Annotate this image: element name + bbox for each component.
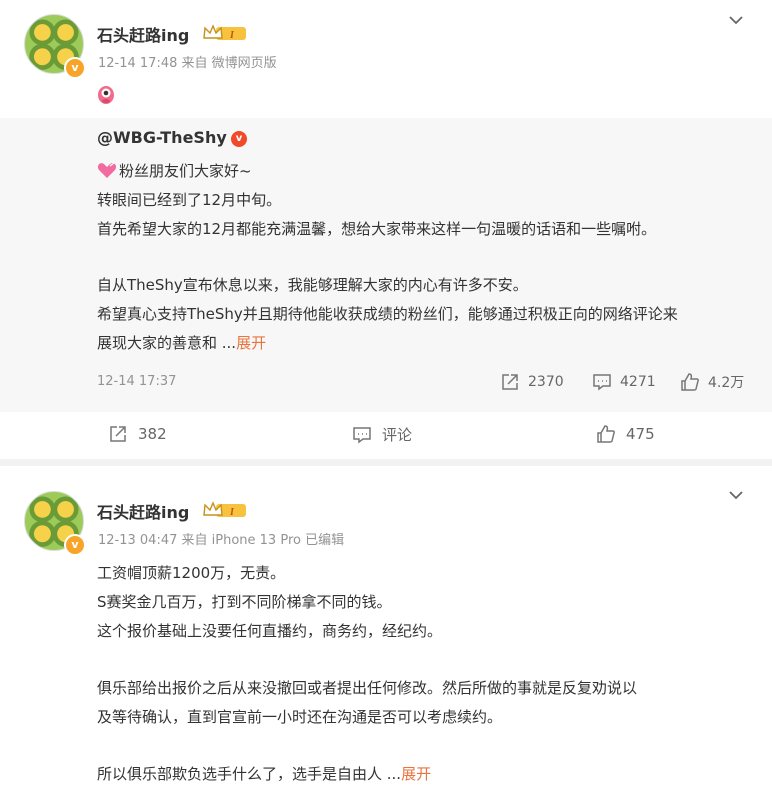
- vip-crown-icon[interactable]: I: [202, 24, 246, 42]
- repost-line: 首先希望大家的12月都能充满温馨，想给大家带来这样一句温暖的话语和一些嘱咐。: [97, 220, 657, 238]
- repost-count[interactable]: 2370: [500, 372, 564, 392]
- post-line: S赛奖金几百万，打到不同阶梯拿不同的钱。: [97, 593, 392, 611]
- post-line: 这个报价基础上没要任何直播约，商务约，经纪约。: [97, 622, 443, 640]
- username[interactable]: 石头赶路ing: [97, 22, 189, 46]
- heart-emoji-icon: [97, 162, 117, 178]
- post-line: 所以俱乐部欺负选手什么了，选手是自由人 ...展开: [97, 765, 432, 783]
- post-meta: 12-14 17:48 来自 微博网页版: [98, 52, 277, 71]
- post-source: 来自 iPhone 13 Pro 已编辑: [181, 533, 345, 548]
- verified-icon: v: [64, 57, 86, 79]
- repost-line: 展现大家的善意和 ...展开: [97, 334, 267, 352]
- post-timestamp[interactable]: 12-14 17:48: [98, 56, 177, 71]
- repost-line: 自从TheShy宣布休息以来，我能够理解大家的内心有许多不安。: [97, 276, 528, 294]
- post-timestamp[interactable]: 12-13 04:47: [98, 533, 177, 548]
- post-line: 及等待确认，直到官宣前一小时还在沟通是否可以考虑续约。: [97, 708, 503, 726]
- post-source: 来自 微博网页版: [181, 56, 277, 71]
- expand-link[interactable]: 展开: [236, 334, 266, 352]
- repost-line: 转眼间已经到了12月中旬。: [97, 191, 282, 209]
- weibo-post-1: v 石头赶路ing I 12-14 17:48 来自 微博网页版 @WBG-Th…: [0, 0, 772, 459]
- sticker-emoji-icon: [98, 86, 114, 104]
- verified-icon: v: [64, 534, 86, 556]
- repost-line: 希望真心支持TheShy并且期待他能收获成绩的粉丝们，能够通过积极正向的网络评论…: [97, 305, 678, 323]
- chevron-down-icon[interactable]: [728, 12, 744, 28]
- share-icon: [502, 374, 518, 390]
- expand-link[interactable]: 展开: [401, 765, 431, 783]
- like-count[interactable]: 4.2万: [680, 372, 744, 392]
- weibo-post-2: v 石头赶路ing I 12-13 04:47 来自 iPhone 13 Pro…: [0, 466, 772, 794]
- repost-button[interactable]: 382: [108, 424, 167, 444]
- comment-button[interactable]: 评论: [352, 424, 412, 445]
- share-icon: [110, 426, 126, 442]
- repost-timestamp[interactable]: 12-14 17:37: [97, 374, 176, 389]
- post-line: 工资帽顶薪1200万，无责。: [97, 564, 286, 582]
- thumbs-up-icon: [597, 425, 615, 443]
- comment-icon: [353, 426, 371, 443]
- comment-icon: [593, 374, 611, 391]
- chevron-down-icon[interactable]: [728, 487, 744, 503]
- like-button[interactable]: 475: [596, 424, 655, 444]
- thumbs-up-icon: [681, 373, 699, 391]
- post-line: 俱乐部给出报价之后从来没撤回或者提出任何修改。然后所做的事就是反复劝说以: [97, 679, 638, 697]
- vip-crown-icon[interactable]: I: [202, 501, 246, 519]
- repost-username[interactable]: @WBG-TheShy: [97, 128, 227, 147]
- comment-count[interactable]: 4271: [592, 372, 656, 392]
- post-meta: 12-13 04:47 来自 iPhone 13 Pro 已编辑: [98, 529, 344, 548]
- username[interactable]: 石头赶路ing: [97, 499, 189, 523]
- verified-icon: v: [231, 131, 247, 147]
- repost-line: 粉丝朋友们大家好~: [97, 160, 252, 181]
